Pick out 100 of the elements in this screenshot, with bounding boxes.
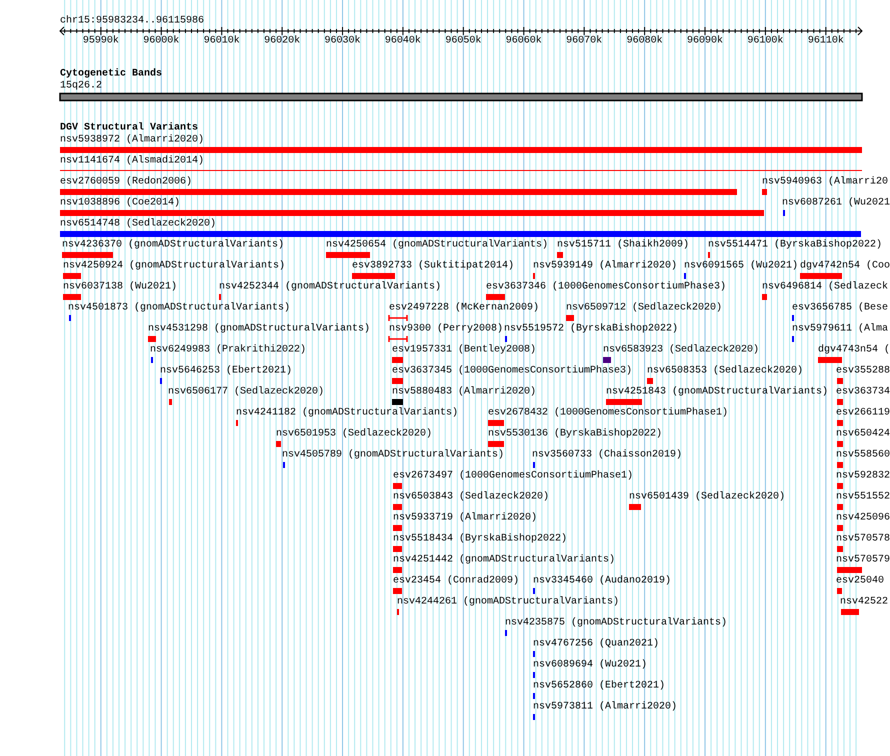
variant-label[interactable]: nsv6496814 (Sedlazeck bbox=[762, 282, 888, 292]
variant-label[interactable]: dgv4743n54 ( bbox=[818, 344, 890, 356]
variant-bar[interactable] bbox=[566, 315, 574, 321]
variant-bar[interactable] bbox=[837, 378, 843, 384]
variant-label[interactable]: nsv4505789 (gnomADStructuralVariants) bbox=[282, 450, 504, 460]
variant-label[interactable]: nsv5646253 (Ebert2021) bbox=[160, 366, 292, 376]
variant-label[interactable]: nsv425096 bbox=[836, 512, 890, 524]
variant-label[interactable]: nsv570579 bbox=[836, 554, 890, 566]
variant-bar[interactable] bbox=[837, 462, 843, 468]
variant-label[interactable]: esv363734 bbox=[836, 386, 890, 398]
variant-label[interactable]: nsv6087261 (Wu2021 bbox=[782, 198, 890, 208]
variant-bar[interactable] bbox=[60, 147, 862, 153]
variant-label[interactable]: esv2760059 (Redon2006) bbox=[60, 176, 192, 188]
variant-label[interactable]: nsv4767256 (Quan2021) bbox=[533, 638, 660, 650]
variant-label[interactable]: nsv5518434 (ByrskaBishop2022) bbox=[393, 534, 568, 544]
variant-line[interactable] bbox=[60, 170, 862, 171]
variant-label[interactable]: nsv9300 (Perry2008) bbox=[389, 324, 504, 334]
variant-bar[interactable] bbox=[488, 420, 504, 426]
variant-label[interactable]: nsv6037138 (Wu2021) bbox=[63, 282, 178, 292]
variant-label[interactable]: nsv3345460 (Audano2019) bbox=[533, 576, 672, 586]
variant-label[interactable]: nsv6506177 (Sedlazeck2020) bbox=[168, 386, 324, 398]
variant-bar[interactable] bbox=[393, 567, 402, 573]
variant-label[interactable]: nsv650424 bbox=[836, 428, 890, 440]
variant-bar[interactable] bbox=[606, 399, 642, 405]
variant-label[interactable]: nsv42522 bbox=[840, 596, 888, 608]
variant-bar[interactable] bbox=[557, 252, 563, 258]
variant-label[interactable]: nsv4250654 (gnomADStructuralVariants) bbox=[326, 240, 548, 250]
variant-bar[interactable] bbox=[148, 336, 156, 342]
variant-label[interactable]: nsv1038896 (Coe2014) bbox=[60, 198, 180, 208]
variant-bar[interactable] bbox=[629, 504, 641, 510]
variant-bar[interactable] bbox=[837, 399, 843, 405]
variant-label[interactable]: esv1957331 (Bentley2008) bbox=[392, 344, 536, 356]
variant-label[interactable]: nsv6503843 (Sedlazeck2020) bbox=[393, 492, 550, 502]
variant-bar[interactable] bbox=[837, 546, 843, 552]
variant-label[interactable]: nsv592832 bbox=[836, 470, 890, 482]
variant-label[interactable]: nsv4250924 (gnomADStructuralVariants) bbox=[63, 260, 286, 272]
variant-label[interactable]: esv355288 bbox=[836, 366, 890, 376]
variant-label[interactable]: nsv4251843 (gnomADStructuralVariants) bbox=[606, 386, 828, 398]
variant-label[interactable]: nsv4501873 (gnomADStructuralVariants) bbox=[68, 302, 290, 314]
variant-bar[interactable] bbox=[603, 357, 611, 363]
variant-label[interactable]: nsv6501953 (Sedlazeck2020) bbox=[276, 428, 432, 440]
variant-label[interactable]: esv23454 (Conrad2009) bbox=[393, 576, 520, 586]
variant-label[interactable]: nsv5938972 (Almarri2020) bbox=[60, 134, 204, 146]
variant-label[interactable]: nsv5530136 (ByrskaBishop2022) bbox=[488, 428, 662, 440]
variant-label[interactable]: nsv5933719 (Almarri2020) bbox=[393, 512, 538, 524]
variant-label[interactable]: esv266119 bbox=[836, 408, 890, 418]
variant-bar[interactable] bbox=[393, 588, 402, 594]
variant-bar[interactable] bbox=[60, 189, 737, 195]
variant-label[interactable]: nsv5519572 (ByrskaBishop2022) bbox=[504, 324, 678, 334]
variant-label[interactable]: nsv558560 bbox=[836, 450, 890, 460]
variant-bar[interactable] bbox=[818, 357, 842, 363]
variant-label[interactable]: nsv5973811 (Almarri2020) bbox=[533, 702, 678, 712]
variant-label[interactable]: nsv4531298 (gnomADStructuralVariants) bbox=[148, 324, 370, 334]
variant-bar[interactable] bbox=[762, 294, 767, 300]
variant-label[interactable]: nsv3560733 (Chaisson2019) bbox=[532, 450, 682, 460]
variant-label[interactable]: nsv4235875 (gnomADStructuralVariants) bbox=[505, 618, 728, 628]
variant-label[interactable]: nsv4251442 (gnomADStructuralVariants) bbox=[393, 554, 616, 566]
variant-bar[interactable] bbox=[62, 252, 113, 258]
variant-label[interactable]: esv3637345 (1000GenomesConsortiumPhase3) bbox=[392, 366, 632, 376]
variant-label[interactable]: nsv5880483 (Almarri2020) bbox=[392, 386, 536, 398]
variant-label[interactable]: nsv6514748 (Sedlazeck2020) bbox=[60, 218, 216, 230]
variant-label[interactable]: nsv5514471 (ByrskaBishop2022) bbox=[708, 240, 882, 250]
variant-bar[interactable] bbox=[837, 420, 843, 426]
variant-bar[interactable] bbox=[647, 378, 653, 384]
variant-label[interactable]: nsv4236370 (gnomADStructuralVariants) bbox=[62, 240, 284, 250]
variant-label[interactable]: nsv4252344 (gnomADStructuralVariants) bbox=[219, 282, 442, 292]
variant-bar[interactable] bbox=[837, 504, 843, 510]
variant-range[interactable] bbox=[388, 336, 408, 342]
variant-label[interactable]: nsv570578 bbox=[836, 534, 890, 544]
variant-bar[interactable] bbox=[393, 504, 402, 510]
variant-bar[interactable] bbox=[60, 231, 861, 237]
variant-bar[interactable] bbox=[393, 483, 402, 489]
variant-bar[interactable] bbox=[837, 588, 842, 594]
variant-bar[interactable] bbox=[63, 294, 81, 300]
variant-label[interactable]: nsv6583923 (Sedlazeck2020) bbox=[603, 344, 760, 356]
variant-bar[interactable] bbox=[392, 399, 403, 405]
variant-bar[interactable] bbox=[486, 294, 505, 300]
variant-label[interactable]: esv3656785 (Bese bbox=[792, 302, 888, 314]
variant-label[interactable]: esv3637346 (1000GenomesConsortiumPhase3) bbox=[486, 282, 726, 292]
variant-label[interactable]: nsv5940963 (Almarri20 bbox=[762, 176, 888, 188]
variant-label[interactable]: nsv5979611 (Alma bbox=[792, 324, 888, 334]
variant-bar[interactable] bbox=[393, 546, 402, 552]
variant-label[interactable]: nsv6509712 (Sedlazeck2020) bbox=[566, 302, 722, 314]
variant-bar[interactable] bbox=[60, 210, 764, 216]
variant-bar[interactable] bbox=[169, 399, 172, 405]
variant-label[interactable]: nsv515711 (Shaikh2009) bbox=[557, 240, 690, 250]
variant-label[interactable]: nsv6249983 (Prakrithi2022) bbox=[150, 344, 306, 356]
variant-label[interactable]: nsv6508353 (Sedlazeck2020) bbox=[647, 366, 804, 376]
variant-label[interactable]: nsv5939149 (Almarri2020) bbox=[533, 260, 678, 272]
variant-label[interactable]: esv2678432 (1000GenomesConsortiumPhase1) bbox=[488, 408, 728, 418]
variant-label[interactable]: esv25040 bbox=[836, 576, 884, 586]
variant-label[interactable]: nsv4241182 (gnomADStructuralVariants) bbox=[236, 408, 458, 418]
variant-bar[interactable] bbox=[841, 609, 859, 615]
variant-label[interactable]: dgv4742n54 (Coo bbox=[800, 260, 890, 272]
variant-bar[interactable] bbox=[800, 273, 842, 279]
variant-bar[interactable] bbox=[837, 567, 862, 573]
variant-label[interactable]: nsv4244261 (gnomADStructuralVariants) bbox=[397, 596, 620, 608]
variant-bar[interactable] bbox=[276, 441, 281, 447]
variant-label[interactable]: nsv6091565 (Wu2021) bbox=[684, 260, 798, 272]
variant-bar[interactable] bbox=[392, 357, 403, 363]
